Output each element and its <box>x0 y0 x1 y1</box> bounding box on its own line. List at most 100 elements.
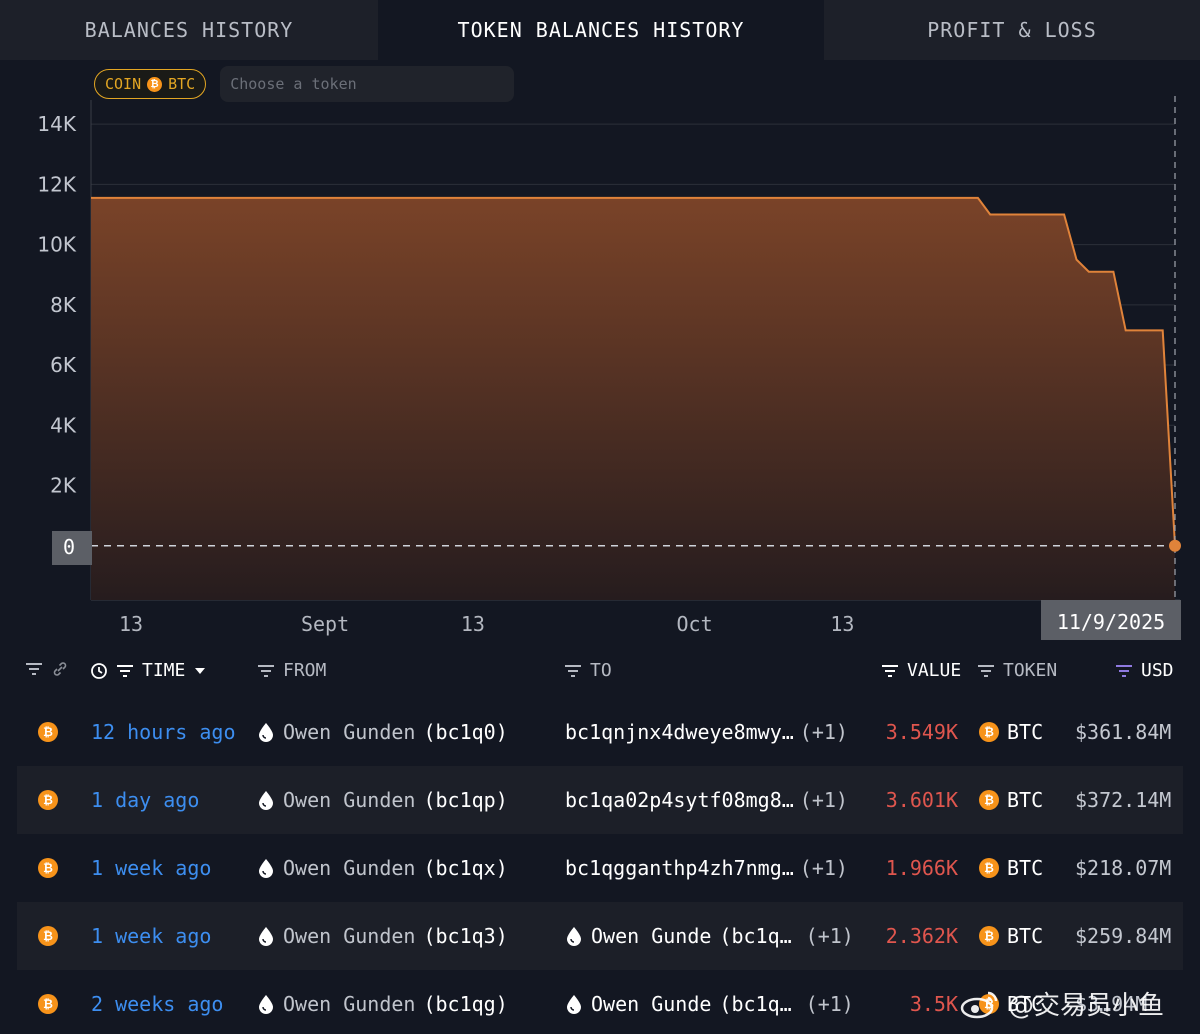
token-symbol: BTC <box>1007 856 1044 880</box>
y-tick-label: 12K <box>37 172 76 196</box>
to-column-header[interactable]: TO <box>564 660 612 681</box>
bitcoin-icon: ₿ <box>979 790 999 810</box>
value-cell: 3.5K <box>909 992 958 1016</box>
from-cell[interactable]: Owen Gunden (bc1qg) <box>257 970 508 1034</box>
tab-token-balances-history[interactable]: TOKEN BALANCES HISTORY <box>378 0 824 60</box>
from-cell[interactable]: Owen Gunden (bc1q0) <box>257 698 508 766</box>
value-cell: 3.601K <box>885 788 958 812</box>
filter-icon <box>882 664 898 677</box>
bitcoin-icon: ₿ <box>979 858 999 878</box>
time-cell[interactable]: 1 week ago <box>91 834 211 902</box>
table-row[interactable]: ₿ 1 week ago Owen Gunden (bc1qx) bc1qgga… <box>17 834 1183 902</box>
from-address: (bc1q0) <box>423 720 508 744</box>
to-extra-count: (+1) <box>799 856 848 880</box>
token-cell[interactable]: ₿ BTC <box>979 698 1043 766</box>
tab-bar: BALANCES HISTORY TOKEN BALANCES HISTORY … <box>0 0 1200 60</box>
from-address: (bc1qg) <box>423 992 508 1016</box>
table-row[interactable]: ₿ 1 week ago Owen Gunden (bc1q3) Owen Gu… <box>17 902 1183 970</box>
from-cell[interactable]: Owen Gunden (bc1q3) <box>257 902 508 970</box>
to-header-label: TO <box>590 660 612 681</box>
bitcoin-icon: ₿ <box>38 858 58 878</box>
value-cell: 1.966K <box>885 856 958 880</box>
table-row[interactable]: ₿ 12 hours ago Owen Gunden (bc1q0) bc1qn… <box>17 698 1183 766</box>
token-cell[interactable]: ₿ BTC <box>979 902 1043 970</box>
bitcoin-icon: ₿ <box>979 722 999 742</box>
token-cell[interactable]: ₿ BTC <box>979 766 1043 834</box>
usd-cell: $218.07M <box>1075 856 1172 880</box>
current-point-marker <box>1169 539 1181 552</box>
x-tick-label: 13 <box>830 612 854 636</box>
from-entity-name: Owen Gunden <box>283 788 416 812</box>
entity-drop-icon <box>259 791 273 810</box>
watermark-text: @交易员小鱼 <box>1008 991 1165 1021</box>
token-cell[interactable]: ₿ BTC <box>979 834 1043 902</box>
token-column-header[interactable]: TOKEN <box>977 660 1057 681</box>
x-tick-label: 13 <box>461 612 485 636</box>
token-symbol: BTC <box>1007 788 1044 812</box>
to-address: (bc1q… <box>719 992 792 1016</box>
filter-icon <box>117 664 133 677</box>
to-extra-count: (+1) <box>805 924 854 948</box>
from-cell[interactable]: Owen Gunden (bc1qp) <box>257 766 508 834</box>
from-address: (bc1qx) <box>423 856 508 880</box>
tab-profit-and-loss[interactable]: PROFIT & LOSS <box>824 0 1200 60</box>
to-extra-count: (+1) <box>799 720 848 744</box>
time-cell[interactable]: 12 hours ago <box>91 698 236 766</box>
filter-icon <box>1116 664 1132 677</box>
to-entity-name: Owen Gunde <box>591 992 712 1016</box>
tab-balances-history[interactable]: BALANCES HISTORY <box>0 0 378 60</box>
entity-drop-icon <box>259 723 273 742</box>
token-symbol: BTC <box>1007 720 1044 744</box>
table-row[interactable]: ₿ 1 day ago Owen Gunden (bc1qp) bc1qa02p… <box>17 766 1183 834</box>
y-tick-label: 4K <box>50 413 77 437</box>
clock-icon <box>91 662 107 679</box>
to-cell[interactable]: Owen Gunde (bc1q… (+1) <box>565 902 854 970</box>
usd-cell: $361.84M <box>1075 720 1172 744</box>
value-column-header[interactable]: VALUE <box>881 660 961 681</box>
to-address: bc1qnjnx4dweye8mwy… <box>565 720 794 744</box>
time-cell[interactable]: 1 week ago <box>91 902 211 970</box>
x-tick-label: Sept <box>301 612 349 636</box>
bitcoin-icon: ₿ <box>38 926 58 946</box>
to-cell[interactable]: bc1qgganthp4zh7nmg… (+1) <box>565 834 848 902</box>
time-cell[interactable]: 1 day ago <box>91 766 199 834</box>
y-cursor-label: 0 <box>63 535 75 559</box>
x-cursor-label: 11/9/2025 <box>1057 610 1165 634</box>
filter-icon <box>26 663 42 675</box>
from-entity-name: Owen Gunden <box>283 720 416 744</box>
entity-drop-icon <box>259 927 273 946</box>
value-cell: 2.362K <box>885 924 958 948</box>
time-header-label: TIME <box>142 660 186 681</box>
usd-cell: $372.14M <box>1075 788 1172 812</box>
x-tick-label: 13 <box>119 612 143 636</box>
from-entity-name: Owen Gunden <box>283 992 416 1016</box>
bitcoin-icon: ₿ <box>38 722 58 742</box>
to-cell[interactable]: bc1qnjnx4dweye8mwy… (+1) <box>565 698 848 766</box>
entity-drop-icon <box>567 995 581 1014</box>
from-column-header[interactable]: FROM <box>257 660 326 681</box>
from-address: (bc1qp) <box>423 788 508 812</box>
to-address: bc1qgganthp4zh7nmg… <box>565 856 794 880</box>
to-entity-name: Owen Gunde <box>591 924 712 948</box>
bitcoin-icon: ₿ <box>979 926 999 946</box>
usd-header-label: USD <box>1141 660 1174 681</box>
to-cell[interactable]: Owen Gunde (bc1q… (+1) <box>565 970 854 1034</box>
to-extra-count: (+1) <box>805 992 854 1016</box>
from-entity-name: Owen Gunden <box>283 856 416 880</box>
y-tick-label: 2K <box>50 474 77 498</box>
time-cell[interactable]: 2 weeks ago <box>91 970 223 1034</box>
y-tick-label: 14K <box>37 112 76 136</box>
from-address: (bc1q3) <box>423 924 508 948</box>
x-tick-label: Oct <box>677 612 713 636</box>
value-header-label: VALUE <box>907 660 962 681</box>
entity-drop-icon <box>259 859 273 878</box>
filter-link-header[interactable] <box>25 660 69 678</box>
time-column-header[interactable]: TIME <box>90 660 207 681</box>
usd-column-header[interactable]: USD <box>1115 660 1174 681</box>
from-header-label: FROM <box>283 660 327 681</box>
from-cell[interactable]: Owen Gunden (bc1qx) <box>257 834 508 902</box>
filter-icon <box>565 664 581 677</box>
bitcoin-icon: ₿ <box>38 994 58 1014</box>
token-header-label: TOKEN <box>1003 660 1058 681</box>
to-cell[interactable]: bc1qa02p4sytf08mg8… (+1) <box>565 766 848 834</box>
